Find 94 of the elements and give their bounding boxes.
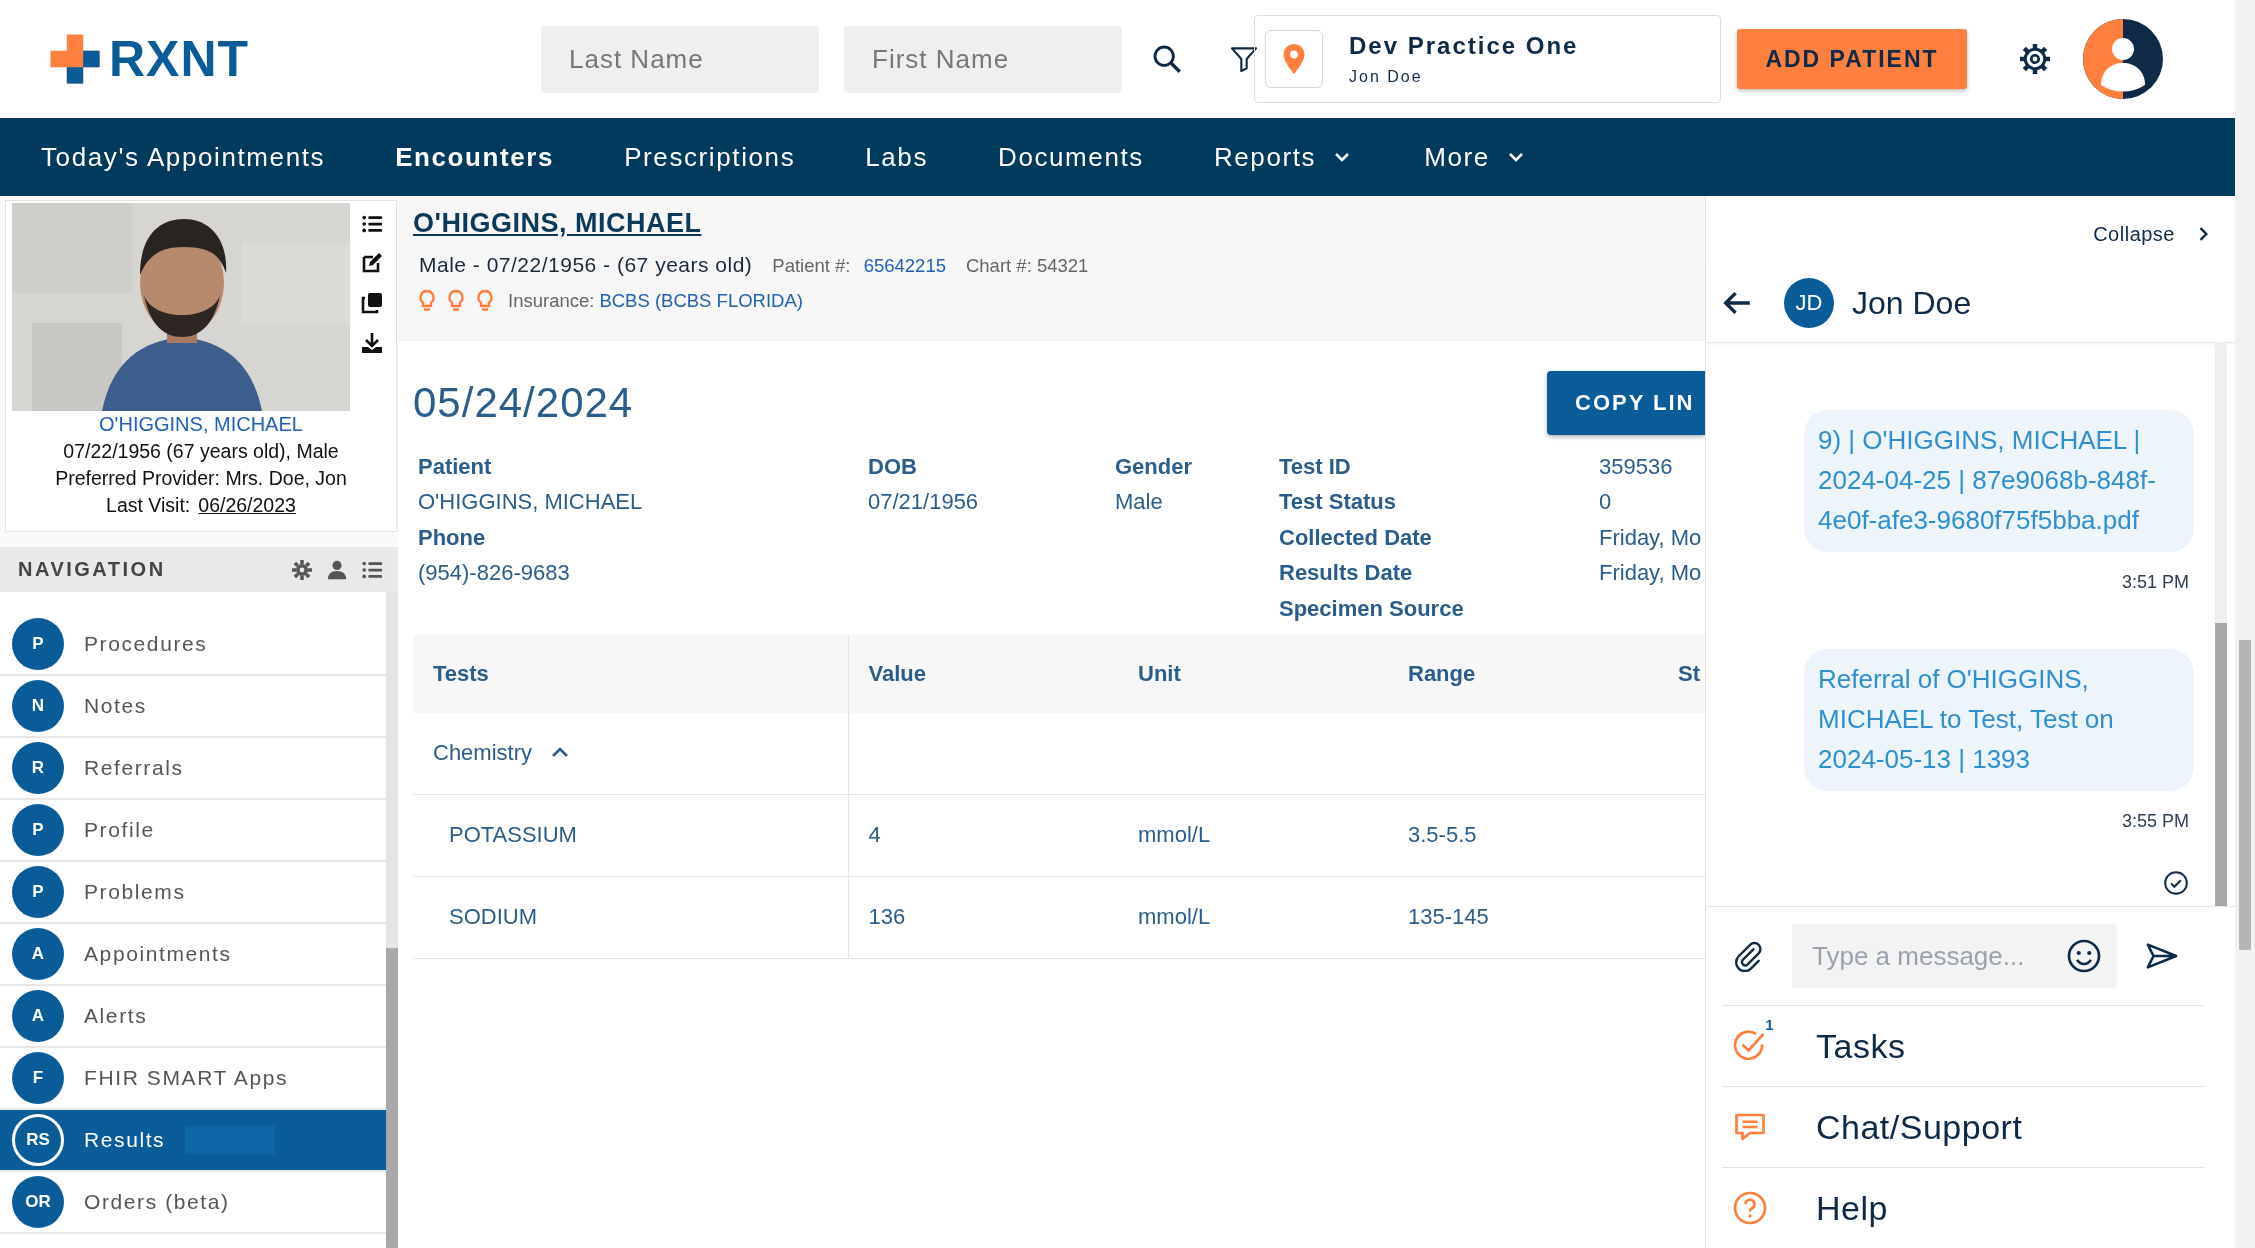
field-value: Male: [1115, 489, 1164, 516]
letter-badge: F: [12, 1052, 64, 1104]
letter-badge: RS: [12, 1114, 64, 1166]
person-icon[interactable]: [326, 558, 348, 581]
preferred-provider: Preferred Provider: Mrs. Doe, Jon: [55, 467, 347, 490]
last-visit-link[interactable]: 06/26/2023: [198, 494, 296, 516]
last-visit-label: Last Visit:: [106, 494, 191, 516]
collapse-link[interactable]: Collapse: [2093, 222, 2175, 246]
field-label: Results Date: [1279, 560, 1414, 587]
table-cell: 4: [848, 794, 1118, 876]
column-header: Range: [1388, 634, 1658, 713]
logo-text: RXNT: [109, 30, 250, 88]
insurance-label: Insurance:: [508, 290, 595, 312]
table-cell: 136: [848, 876, 1118, 958]
nav-tab[interactable]: Labs: [865, 141, 928, 173]
emoji-icon[interactable]: [2066, 938, 2102, 974]
letter-badge: A: [12, 990, 64, 1042]
field-label: Test ID: [1279, 453, 1352, 480]
settings-icon[interactable]: [2017, 41, 2053, 77]
message-time: 3:51 PM: [2121, 572, 2189, 593]
download-icon[interactable]: [360, 331, 384, 355]
field-label: Specimen Source: [1279, 595, 1465, 622]
menu-link[interactable]: Chat/Support: [1816, 1107, 2023, 1147]
message-field[interactable]: Type a message...: [1792, 924, 2117, 988]
nav-tab[interactable]: Encounters: [395, 141, 555, 173]
nav-tab[interactable]: Today's Appointments: [41, 141, 326, 173]
letter-badge: OR: [12, 1176, 64, 1228]
patient-name-link[interactable]: O'HIGGINS, MICHAEL: [413, 208, 702, 238]
patient-number-label: Patient #:: [772, 255, 851, 276]
first-name-field[interactable]: First Name: [844, 25, 1122, 93]
letter-badge: R: [12, 742, 64, 794]
message-bubble: 9) | O'HIGGINS, MICHAEL | 2024-04-25 | 87e9068b-848f-4e0f-afe3-9680f75f5bba.pdf: [1804, 410, 2194, 552]
copy-icon[interactable]: [360, 291, 384, 315]
avatar-icon[interactable]: [2083, 19, 2163, 99]
column-header: Unit: [1118, 634, 1388, 713]
contact-avatar: JD: [1784, 278, 1834, 328]
table-cell: 135-145: [1388, 876, 1658, 958]
user-name: Jon Doe: [1349, 68, 1424, 86]
nav-tab[interactable]: Documents: [998, 141, 1144, 173]
field-value: 0: [1599, 489, 1613, 516]
help-icon: [1732, 1190, 1768, 1226]
letter-badge: P: [12, 618, 64, 670]
patient-demographics: Male - 07/22/1956 - (67 years old): [419, 253, 753, 277]
table-cell: 3.5-5.5: [1388, 794, 1658, 876]
column-header: Tests: [413, 634, 848, 713]
list-icon[interactable]: [361, 213, 383, 235]
menu-link[interactable]: Help: [1816, 1188, 1888, 1228]
column-header: Value: [848, 634, 1118, 713]
table-cell: mmol/L: [1118, 794, 1388, 876]
table-cell: POTASSIUM: [413, 794, 848, 876]
field-value: Friday, Mo: [1599, 560, 1703, 587]
table-cell: SODIUM: [413, 876, 848, 958]
copy-link-button[interactable]: COPY LIN: [1547, 371, 1705, 435]
patient-number: 65642215: [862, 255, 946, 276]
field-label: Test Status: [1279, 489, 1397, 516]
navigation-title: NAVIGATION: [18, 558, 166, 581]
nav-tab[interactable]: Reports: [1213, 141, 1355, 173]
chart-number: Chart #: 54321: [965, 255, 1089, 277]
last-name-field[interactable]: Last Name: [541, 25, 819, 93]
result-date: 05/24/2024: [413, 379, 634, 427]
message-bubble: Referral of O'HIGGINS, MICHAEL to Test, Test on 2024-05-13 | 1393: [1804, 649, 2194, 791]
task-count: 1: [1765, 1016, 1774, 1033]
add-patient-button[interactable]: ADD PATIENT: [1737, 29, 1967, 89]
field-value: (954)-826-9683: [418, 560, 571, 587]
field-value: O'HIGGINS, MICHAEL: [418, 489, 644, 516]
field-label: Patient: [418, 453, 493, 480]
practice-selector[interactable]: Dev Practice One Jon Doe: [1254, 15, 1721, 103]
menu-link[interactable]: Tasks: [1816, 1026, 1906, 1066]
field-label: Gender: [1115, 453, 1194, 480]
insurance-value: BCBS (BCBS FLORIDA): [599, 290, 803, 312]
field-value: Friday, Mo: [1599, 524, 1703, 551]
navigation-item[interactable]: RS Results: [0, 1110, 386, 1172]
group-label: Chemistry: [433, 740, 532, 766]
letter-badge: P: [12, 804, 64, 856]
table-cell: mmol/L: [1118, 876, 1388, 958]
message-time: 3:55 PM: [2121, 811, 2189, 832]
field-value: 07/21/1956: [868, 489, 980, 516]
contact-name: Jon Doe: [1852, 284, 1972, 322]
patient-name-link[interactable]: O'HIGGINS, MICHAEL: [99, 413, 303, 436]
letter-badge: N: [12, 680, 64, 732]
settings-icon[interactable]: [290, 557, 314, 582]
field-label: DOB: [868, 453, 918, 480]
attach-icon[interactable]: [1732, 940, 1764, 972]
field-value: 359536: [1599, 453, 1674, 480]
field-label: Collected Date: [1279, 524, 1433, 551]
field-label: Phone: [418, 524, 487, 551]
nav-tab[interactable]: More: [1424, 141, 1528, 173]
patient-details: 07/22/1956 (67 years old), Male: [63, 440, 339, 463]
nav-tab[interactable]: Prescriptions: [624, 141, 796, 173]
letter-badge: P: [12, 866, 64, 918]
column-header: St: [1658, 634, 1705, 713]
letter-badge: A: [12, 928, 64, 980]
edit-icon[interactable]: [360, 251, 384, 275]
practice-name: Dev Practice One: [1349, 32, 1579, 60]
